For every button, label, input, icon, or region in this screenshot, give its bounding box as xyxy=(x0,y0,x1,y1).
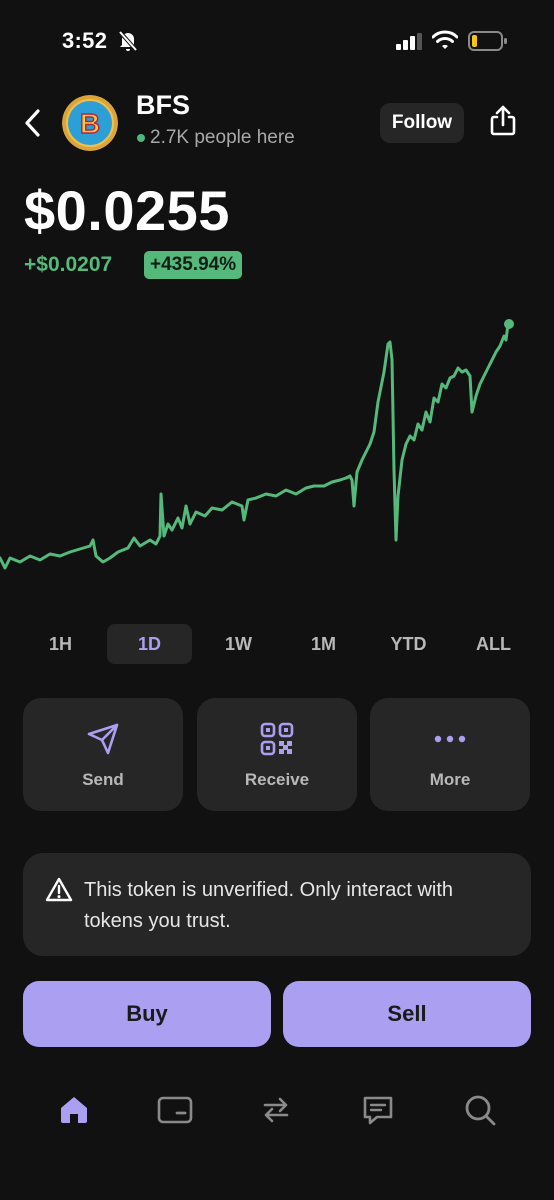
sell-button[interactable]: Sell xyxy=(283,981,531,1047)
share-icon[interactable] xyxy=(486,104,520,138)
token-price: $0.0255 xyxy=(24,179,230,242)
nav-messages[interactable] xyxy=(360,1092,396,1128)
chat-icon xyxy=(363,1096,393,1125)
token-avatar: B xyxy=(62,95,118,151)
search-icon xyxy=(465,1095,496,1126)
swap-icon xyxy=(263,1097,289,1123)
nav-swap[interactable] xyxy=(258,1092,294,1128)
unverified-warning: This token is unverified. Only interact … xyxy=(23,853,531,956)
status-time: 3:52 xyxy=(62,28,108,53)
range-selector: 1H 1D 1W 1M YTD ALL xyxy=(18,624,536,664)
bell-muted-icon xyxy=(118,30,138,52)
more-icon xyxy=(434,735,466,743)
wallet-card-icon xyxy=(157,1096,193,1124)
price-line xyxy=(0,322,510,570)
warning-icon xyxy=(45,877,73,902)
price-chart[interactable] xyxy=(0,300,554,600)
nav-home[interactable] xyxy=(56,1092,92,1128)
nav-wallet[interactable] xyxy=(157,1092,193,1128)
range-tab-1w[interactable]: 1W xyxy=(196,624,281,664)
qr-code-icon xyxy=(260,722,294,756)
more-button[interactable]: More xyxy=(370,698,530,811)
warning-text: This token is unverified. Only interact … xyxy=(84,879,454,932)
send-label: Send xyxy=(82,770,124,789)
range-tab-ytd[interactable]: YTD xyxy=(366,624,451,664)
price-change-percent: +435.94% xyxy=(144,251,243,279)
people-count: 2.7K people here xyxy=(150,127,295,148)
chart-current-point xyxy=(504,319,514,329)
receive-button[interactable]: Receive xyxy=(197,698,357,811)
buy-button[interactable]: Buy xyxy=(23,981,271,1047)
battery-low-icon xyxy=(468,31,507,51)
online-indicator xyxy=(137,134,145,142)
wifi-icon xyxy=(432,30,458,49)
token-logo-icon: B xyxy=(62,95,118,151)
range-tab-1m[interactable]: 1M xyxy=(281,624,366,664)
range-tab-1h[interactable]: 1H xyxy=(18,624,103,664)
range-tab-all[interactable]: ALL xyxy=(451,624,536,664)
price-change-absolute: +$0.0207 xyxy=(24,253,113,276)
cellular-signal-icon xyxy=(396,33,422,50)
receive-label: Receive xyxy=(244,770,310,789)
follow-button[interactable]: Follow xyxy=(380,103,464,143)
nav-search[interactable] xyxy=(462,1092,498,1128)
home-icon xyxy=(61,1097,87,1123)
token-name: BFS xyxy=(136,90,190,120)
send-button[interactable]: Send xyxy=(23,698,183,811)
send-icon xyxy=(87,723,119,755)
svg-text:B: B xyxy=(80,108,100,139)
more-label: More xyxy=(429,770,471,789)
back-chevron-icon[interactable] xyxy=(22,108,44,138)
range-tab-1d[interactable]: 1D xyxy=(107,624,192,664)
